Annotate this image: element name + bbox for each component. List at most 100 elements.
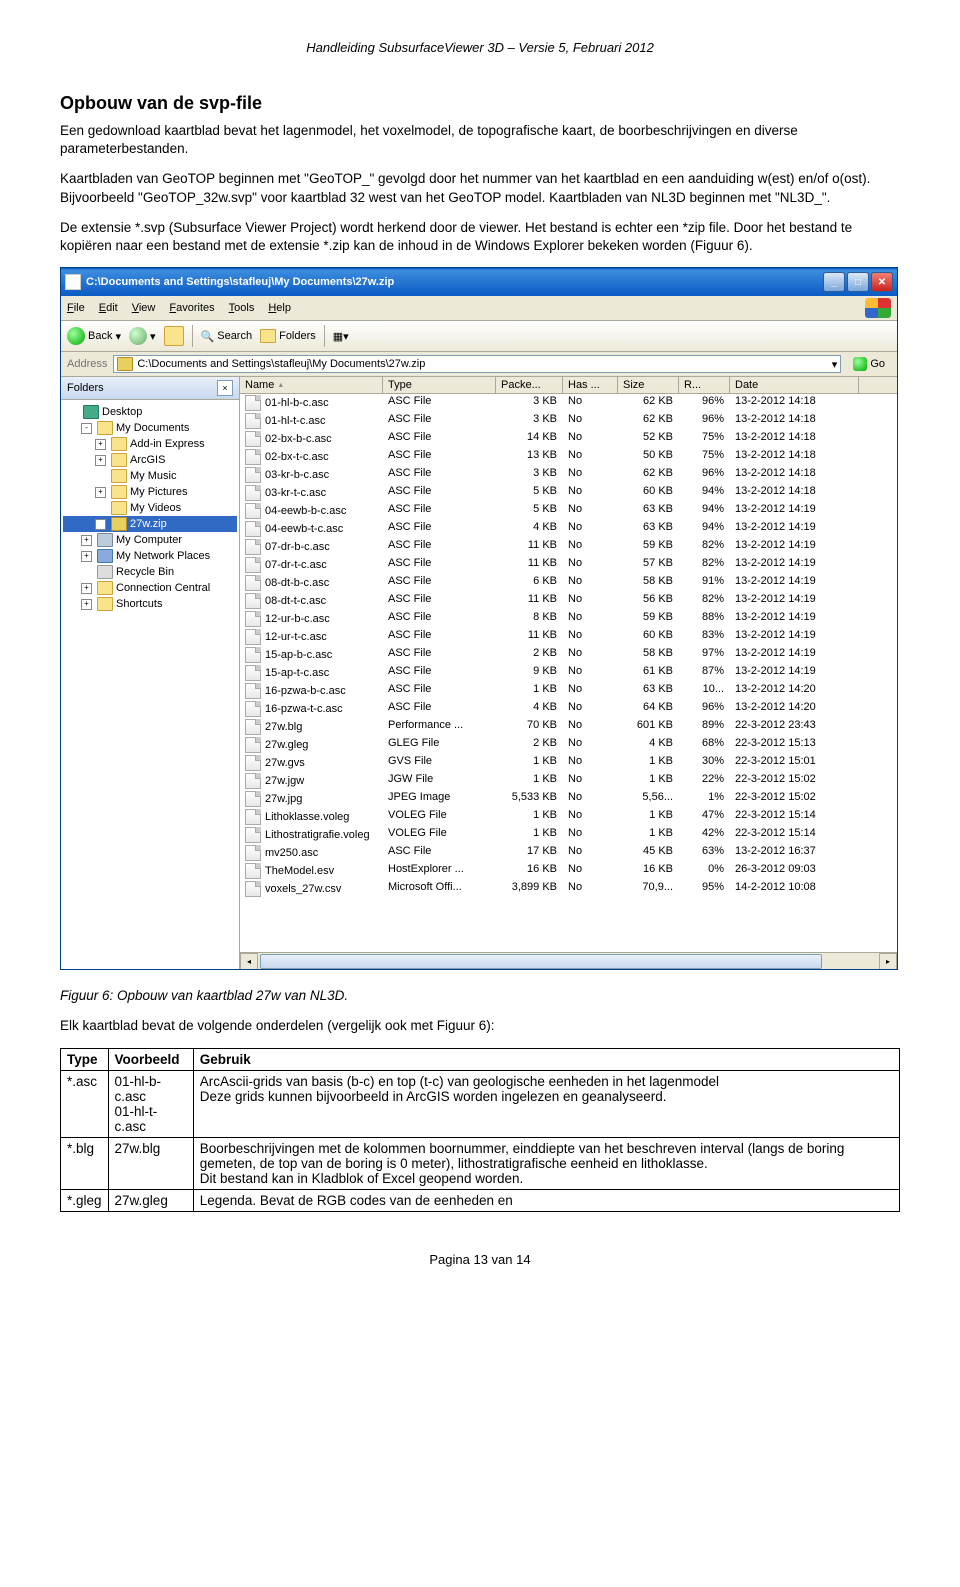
views-button[interactable]: ▦▾	[333, 330, 349, 343]
expand-icon[interactable]: +	[95, 519, 106, 530]
file-row[interactable]: 04-eewb-b-c.ascASC File5 KBNo63 KB94%13-…	[240, 502, 897, 520]
file-icon	[245, 557, 261, 573]
maximize-button[interactable]: □	[847, 272, 869, 292]
file-icon	[245, 629, 261, 645]
figure-caption: Figuur 6: Opbouw van kaartblad 27w van N…	[60, 988, 900, 1003]
scroll-left-button[interactable]: ◂	[240, 953, 258, 969]
folders-pane: Folders × Desktop-My Documents+Add-in Ex…	[61, 377, 240, 969]
file-icon	[245, 395, 261, 411]
file-row[interactable]: 02-bx-t-c.ascASC File13 KBNo50 KB75%13-2…	[240, 448, 897, 466]
file-row[interactable]: 15-ap-b-c.ascASC File2 KBNo58 KB97%13-2-…	[240, 646, 897, 664]
file-icon	[245, 449, 261, 465]
chevron-down-icon[interactable]: ▾	[832, 358, 838, 371]
minimize-button[interactable]: _	[823, 272, 845, 292]
file-row[interactable]: TheModel.esvHostExplorer ...16 KBNo16 KB…	[240, 862, 897, 880]
file-row[interactable]: 27w.glegGLEG File2 KBNo4 KB68%22-3-2012 …	[240, 736, 897, 754]
menu-edit[interactable]: Edit	[99, 302, 118, 314]
zip-icon	[111, 517, 127, 531]
back-button[interactable]: Back ▾	[67, 327, 121, 345]
search-button[interactable]: 🔍 Search	[201, 330, 253, 343]
file-row[interactable]: 27w.gvsGVS File1 KBNo1 KB30%22-3-2012 15…	[240, 754, 897, 772]
menu-favorites[interactable]: Favorites	[169, 302, 214, 314]
file-row[interactable]: 01-hl-t-c.ascASC File3 KBNo62 KB96%13-2-…	[240, 412, 897, 430]
tree-node[interactable]: My Videos	[63, 500, 237, 516]
tree-node[interactable]: +My Pictures	[63, 484, 237, 500]
file-icon	[245, 737, 261, 753]
expand-icon[interactable]: -	[81, 423, 92, 434]
expand-icon[interactable]: +	[95, 439, 106, 450]
file-icon	[245, 539, 261, 555]
file-row[interactable]: 07-dr-b-c.ascASC File11 KBNo59 KB82%13-2…	[240, 538, 897, 556]
close-button[interactable]: ✕	[871, 272, 893, 292]
menu-help[interactable]: Help	[268, 302, 291, 314]
file-row[interactable]: 15-ap-t-c.ascASC File9 KBNo61 KB87%13-2-…	[240, 664, 897, 682]
file-row[interactable]: 03-kr-t-c.ascASC File5 KBNo60 KB94%13-2-…	[240, 484, 897, 502]
tree-node[interactable]: -My Documents	[63, 420, 237, 436]
file-row[interactable]: 12-ur-t-c.ascASC File11 KBNo60 KB83%13-2…	[240, 628, 897, 646]
folder-tree[interactable]: Desktop-My Documents + Add-in Express +ArcG…	[61, 400, 239, 969]
folder-icon	[111, 453, 127, 467]
th-usage: Gebruik	[193, 1048, 899, 1070]
column-headers[interactable]: Name▲ Type Packe... Has ... Size R... Da…	[240, 377, 897, 394]
col-size: Size	[618, 377, 679, 393]
tree-node[interactable]: My Music	[63, 468, 237, 484]
col-ratio: R...	[679, 377, 730, 393]
file-row[interactable]: Lithoklasse.volegVOLEG File1 KBNo1 KB47%…	[240, 808, 897, 826]
file-row[interactable]: 08-dt-t-c.ascASC File11 KBNo56 KB82%13-2…	[240, 592, 897, 610]
go-label: Go	[870, 358, 885, 370]
file-row[interactable]: 27w.jgwJGW File1 KBNo1 KB22%22-3-2012 15…	[240, 772, 897, 790]
file-row[interactable]: 27w.jpgJPEG Image5,533 KBNo5,56...1%22-3…	[240, 790, 897, 808]
close-pane-button[interactable]: ×	[217, 380, 233, 396]
file-row[interactable]: 07-dr-t-c.ascASC File11 KBNo57 KB82%13-2…	[240, 556, 897, 574]
folders-button[interactable]: Folders	[260, 329, 316, 343]
scroll-thumb[interactable]	[260, 954, 822, 969]
tree-node[interactable]: + Add-in Express	[63, 436, 237, 452]
menu-view[interactable]: View	[132, 302, 156, 314]
menu-tools[interactable]: Tools	[229, 302, 255, 314]
tree-node[interactable]: +Connection Central	[63, 580, 237, 596]
up-button[interactable]	[164, 326, 184, 346]
file-row[interactable]: 04-eewb-t-c.ascASC File4 KBNo63 KB94%13-…	[240, 520, 897, 538]
address-field[interactable]: C:\Documents and Settings\stafleuj\My Do…	[113, 355, 841, 373]
file-icon	[245, 809, 261, 825]
col-type: Type	[383, 377, 496, 393]
file-icon	[245, 827, 261, 843]
file-list[interactable]: 01-hl-b-c.ascASC File3 KBNo62 KB96%13-2-…	[240, 394, 897, 952]
tree-node[interactable]: +My Network Places	[63, 548, 237, 564]
file-row[interactable]: Lithostratigrafie.volegVOLEG File1 KBNo1…	[240, 826, 897, 844]
file-row[interactable]: 03-kr-b-c.ascASC File3 KBNo62 KB96%13-2-…	[240, 466, 897, 484]
tree-node[interactable]: Desktop	[63, 404, 237, 420]
expand-icon[interactable]: +	[81, 535, 92, 546]
file-row[interactable]: voxels_27w.csvMicrosoft Offi...3,899 KBN…	[240, 880, 897, 898]
file-row[interactable]: 12-ur-b-c.ascASC File8 KBNo59 KB88%13-2-…	[240, 610, 897, 628]
file-row[interactable]: 01-hl-b-c.ascASC File3 KBNo62 KB96%13-2-…	[240, 394, 897, 412]
tree-node[interactable]: +ArcGIS	[63, 452, 237, 468]
horizontal-scrollbar[interactable]: ◂ ▸	[240, 952, 897, 969]
file-row[interactable]: 16-pzwa-t-c.ascASC File4 KBNo64 KB96%13-…	[240, 700, 897, 718]
file-row[interactable]: mv250.ascASC File17 KBNo45 KB63%13-2-201…	[240, 844, 897, 862]
tree-label: Add-in Express	[130, 438, 205, 450]
window-title: C:\Documents and Settings\stafleuj\My Do…	[86, 276, 823, 288]
search-label: Search	[217, 330, 252, 342]
expand-icon[interactable]: +	[81, 599, 92, 610]
scroll-right-button[interactable]: ▸	[879, 953, 897, 969]
forward-button[interactable]: ▾	[129, 327, 156, 345]
tree-node[interactable]: +My Computer	[63, 532, 237, 548]
tree-node[interactable]: +27w.zip	[63, 516, 237, 532]
go-button[interactable]: Go	[847, 356, 891, 372]
expand-icon[interactable]: +	[95, 455, 106, 466]
tree-node[interactable]: Recycle Bin	[63, 564, 237, 580]
expand-icon[interactable]: +	[81, 583, 92, 594]
file-row[interactable]: 02-bx-b-c.ascASC File14 KBNo52 KB75%13-2…	[240, 430, 897, 448]
tree-node[interactable]: +Shortcuts	[63, 596, 237, 612]
expand-icon[interactable]: +	[95, 487, 106, 498]
file-row[interactable]: 27w.blgPerformance ...70 KBNo601 KB89%22…	[240, 718, 897, 736]
forward-icon	[129, 327, 147, 345]
titlebar[interactable]: C:\Documents and Settings\stafleuj\My Do…	[61, 268, 897, 296]
expand-icon[interactable]: +	[81, 551, 92, 562]
file-row[interactable]: 08-dt-b-c.ascASC File6 KBNo58 KB91%13-2-…	[240, 574, 897, 592]
file-row[interactable]: 16-pzwa-b-c.ascASC File1 KBNo63 KB10...1…	[240, 682, 897, 700]
menu-file[interactable]: File	[67, 302, 85, 314]
file-icon	[245, 773, 261, 789]
up-icon	[164, 326, 184, 346]
